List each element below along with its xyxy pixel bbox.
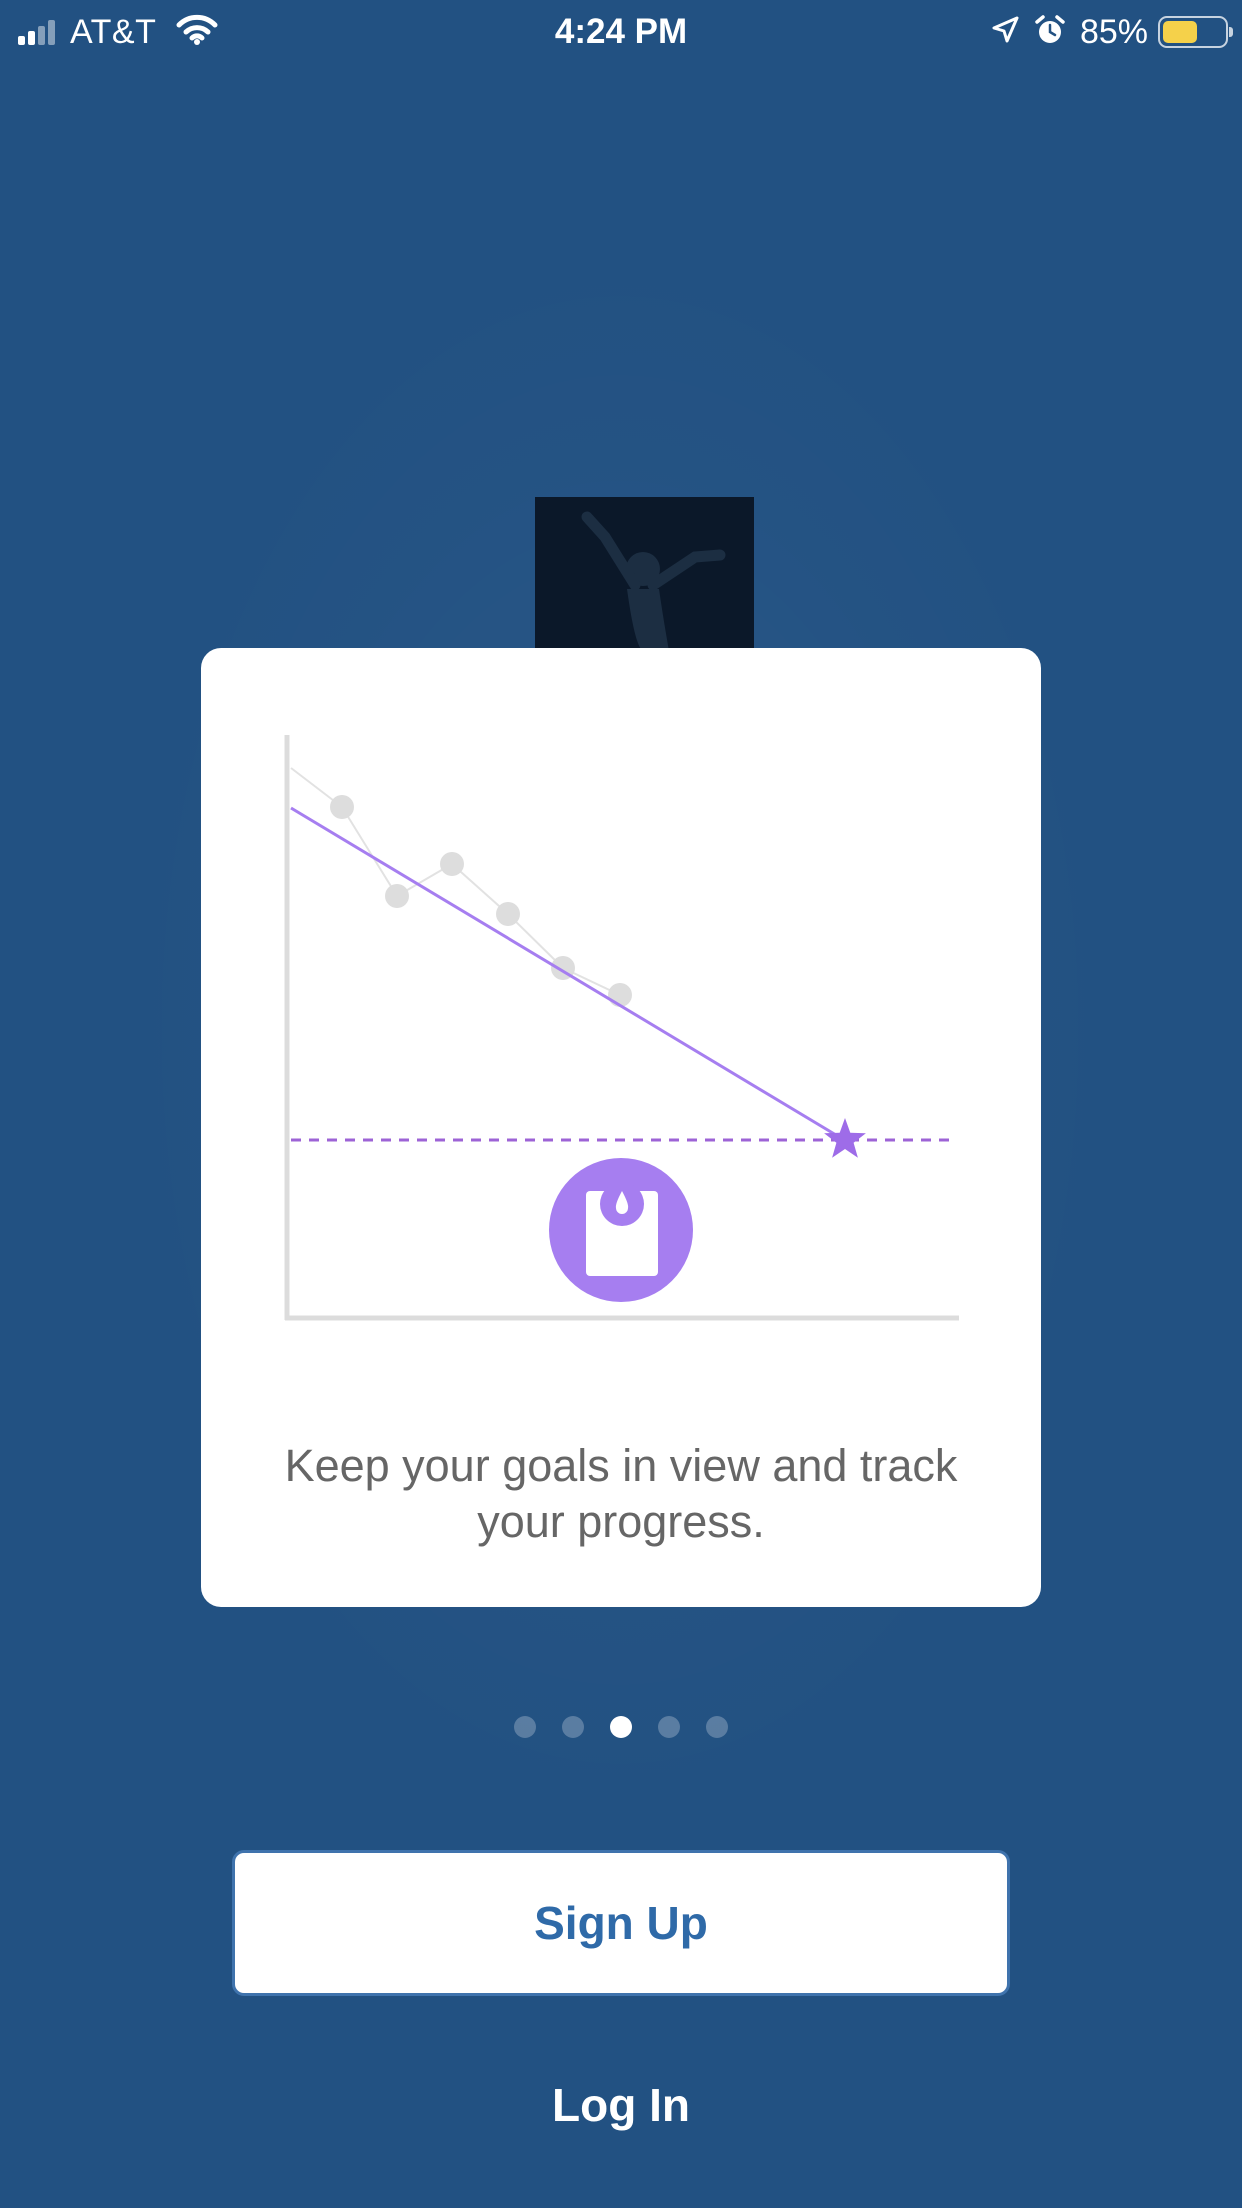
onboarding-card: Keep your goals in view and track your p… [201, 648, 1041, 1607]
status-bar: AT&T 4:24 PM 85% [0, 0, 1242, 64]
page-indicator[interactable] [0, 1716, 1242, 1738]
status-right: 85% [990, 10, 1233, 54]
illustration-data-point [440, 852, 464, 876]
illustration-data-point [496, 902, 520, 926]
hero-image [535, 497, 754, 651]
sign-up-button[interactable]: Sign Up [232, 1850, 1010, 1996]
star-icon [824, 1118, 866, 1158]
battery-icon [1158, 16, 1233, 48]
page-dot[interactable] [514, 1716, 536, 1738]
page-dot[interactable] [706, 1716, 728, 1738]
person-celebrating-icon [581, 511, 726, 651]
page-dot-active[interactable] [610, 1716, 632, 1738]
illustration-data-point [385, 884, 409, 908]
page-dot[interactable] [658, 1716, 680, 1738]
progress-illustration [284, 735, 959, 1321]
alarm-icon [1034, 14, 1066, 51]
location-arrow-icon [990, 15, 1020, 50]
battery-percentage: 85% [1079, 12, 1148, 51]
scale-icon [549, 1158, 693, 1302]
battery-level-fill [1163, 21, 1197, 43]
illustration-trend-line [290, 806, 842, 1140]
card-caption: Keep your goals in view and track your p… [284, 1440, 958, 1547]
log-in-button[interactable]: Log In [0, 2070, 1242, 2140]
page-dot[interactable] [562, 1716, 584, 1738]
illustration-data-points [330, 795, 632, 1007]
illustration-data-point [330, 795, 354, 819]
illustration-data-point [608, 983, 632, 1007]
